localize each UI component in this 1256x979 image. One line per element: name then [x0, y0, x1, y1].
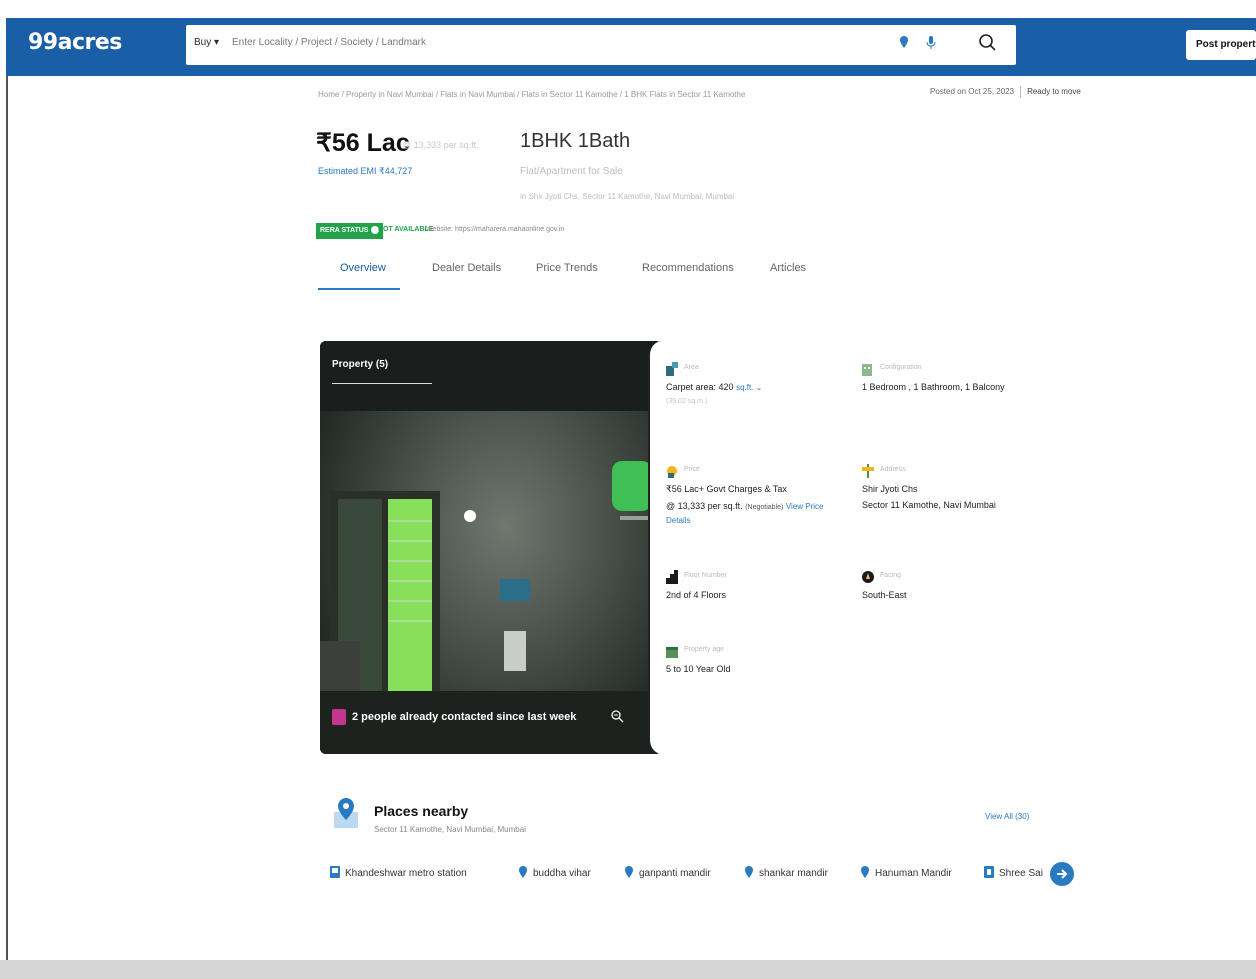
configuration-value: 1 Bedroom , 1 Bathroom, 1 Balcony [862, 382, 1005, 392]
post-property-button[interactable]: Post property [1186, 30, 1256, 60]
posted-info: Posted on Oct 25, 2023 Ready to move [930, 86, 1081, 98]
floor-icon [666, 570, 678, 584]
contact-stat-text: 2 people already contacted since last we… [352, 710, 577, 723]
map-pin-icon [334, 798, 358, 828]
bottom-bar [0, 960, 1256, 979]
breadcrumb[interactable]: Home / Property in Navi Mumbai / Flats i… [318, 90, 745, 99]
tab-price-trends[interactable]: Price Trends [536, 262, 598, 274]
buy-label: Buy [194, 37, 212, 48]
address-icon [862, 464, 874, 478]
photo-label-underline [332, 383, 432, 384]
place-chip[interactable]: shankar mandir [744, 866, 828, 879]
property-photo[interactable]: Property (5) 2 people already contacted … [320, 341, 658, 754]
emi-link[interactable]: Estimated EMI ₹44,727 [318, 166, 412, 177]
contact-stat: 2 people already contacted since last we… [332, 709, 576, 725]
page-left-border [6, 76, 8, 966]
place-chip[interactable]: Hanuman Mandir [860, 866, 952, 879]
active-tab-indicator [318, 288, 400, 290]
price-per-sqft: @ 13,333 per sq.ft. [402, 140, 479, 150]
facing-label: Facing [880, 572, 902, 579]
property-age-value: 5 to 10 Year Old [666, 664, 731, 674]
bhk-title: 1BHK 1Bath [520, 130, 631, 152]
place-chip[interactable]: buddha vihar [518, 866, 591, 879]
place-name: ganpanti mandir [639, 868, 711, 879]
metro-icon [330, 866, 340, 878]
place-chip[interactable]: ganpanti mandir [624, 866, 711, 879]
listing-type: Flat/Apartment for Sale [520, 166, 623, 177]
site-logo[interactable]: 99acres [28, 30, 122, 55]
tab-overview[interactable]: Overview [340, 262, 386, 274]
facing-value: South-East [862, 590, 907, 600]
address-value-line2: Sector 11 Kamothe, Navi Mumbai [862, 500, 996, 510]
area-unit: sq.ft. [736, 383, 754, 392]
address-value: Shir Jyoti Chs [862, 484, 918, 494]
photo-count-label[interactable]: Property (5) [332, 359, 388, 370]
people-icon [332, 709, 346, 725]
tab-dealer-details[interactable]: Dealer Details [432, 262, 501, 274]
view-all-link[interactable]: View All (30) [985, 812, 1029, 821]
configuration-icon [862, 364, 872, 376]
posted-date: Posted on Oct 25, 2023 [930, 87, 1015, 97]
negotiable-tag: (Negotiable) [745, 504, 784, 511]
location-pin-icon [625, 866, 633, 878]
price-icon [667, 466, 677, 478]
location-icon[interactable] [899, 36, 909, 50]
property-age-label: Property age [684, 646, 725, 653]
calendar-icon [666, 647, 678, 658]
microphone-icon[interactable] [926, 36, 936, 50]
ready-status: Ready to move [1027, 87, 1081, 97]
area-value-text: Carpet area: 420 [666, 382, 734, 392]
location-pin-icon [861, 866, 869, 878]
photo-border [648, 341, 668, 754]
room-photo-illustration [320, 341, 658, 754]
places-nearby-title: Places nearby [374, 803, 469, 819]
area-sqm: (39.02 sq.m.) [666, 398, 708, 405]
listing-price: ₹56 Lac [316, 129, 410, 157]
price-label: Price [684, 466, 700, 473]
place-name: Khandeshwar metro station [345, 868, 467, 879]
place-name: Shree Sai [999, 868, 1043, 879]
rera-website[interactable]: Website: https://maharera.mahaonline.gov… [426, 226, 564, 233]
configuration-label: Configuration [880, 364, 922, 371]
next-arrow-button[interactable] [1050, 862, 1074, 886]
divider [1020, 86, 1022, 98]
price-value: ₹56 Lac+ Govt Charges & Tax [666, 484, 787, 494]
area-unit-dropdown[interactable]: sq.ft. ⌄ [736, 383, 762, 392]
rera-status-badge[interactable]: RERA STATUS [316, 223, 384, 239]
area-label: Area [684, 364, 699, 371]
location-pin-icon [745, 866, 753, 878]
search-input[interactable]: Enter Locality / Project / Society / Lan… [232, 37, 426, 48]
tab-articles[interactable]: Articles [770, 262, 806, 274]
places-nearby-subtitle: Sector 11 Kamothe, Navi Mumbai, Mumbai [374, 825, 526, 834]
view-price-details-link[interactable]: Details [666, 516, 690, 525]
building-icon [984, 866, 994, 878]
place-name: Hanuman Mandir [875, 868, 952, 879]
rera-label: RERA STATUS [320, 226, 369, 234]
tab-recommendations[interactable]: Recommendations [642, 262, 734, 274]
location-pin-icon [519, 866, 527, 878]
window-top-margin [0, 0, 1256, 18]
place-chip[interactable]: Shree Sai [984, 866, 1043, 879]
place-chip[interactable]: Khandeshwar metro station [330, 866, 467, 879]
listing-address: in Shir Jyoti Chs, Sector 11 Kamothe, Na… [520, 192, 735, 201]
buy-dropdown[interactable]: Buy ▾ [194, 37, 219, 48]
search-bar[interactable]: Buy ▾ Enter Locality / Project / Society… [186, 25, 1016, 65]
address-label: Address [880, 466, 906, 473]
search-icon[interactable] [978, 33, 998, 53]
top-navbar: 99acres Buy ▾ Enter Locality / Project /… [6, 18, 1256, 76]
place-name: shankar mandir [759, 868, 828, 879]
arrow-right-icon [1057, 869, 1068, 879]
floor-value: 2nd of 4 Floors [666, 590, 727, 600]
view-price-link[interactable]: View Price [786, 502, 824, 511]
area-value: Carpet area: 420 sq.ft. ⌄ [666, 382, 762, 392]
price-breakdown: @ 13,333 per sq.ft. (Negotiable) View Pr… [666, 500, 824, 527]
floor-label: Floor Number [684, 572, 727, 579]
price-per-sqft-detail: @ 13,333 per sq.ft. [666, 501, 743, 511]
area-icon [666, 362, 678, 376]
compass-icon [862, 571, 874, 583]
zoom-icon[interactable] [610, 709, 624, 723]
place-name: buddha vihar [533, 868, 591, 879]
